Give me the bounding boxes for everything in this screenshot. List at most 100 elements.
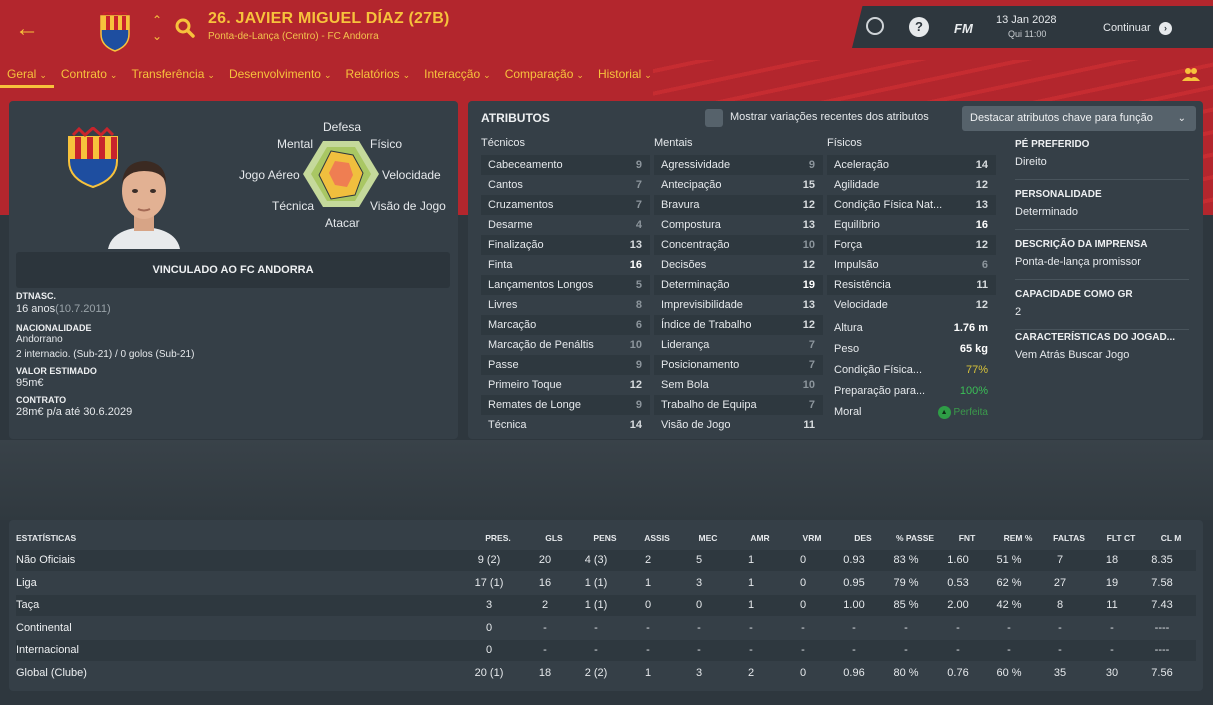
stats-row[interactable]: Internacional 0- - - - - - - - - - - - ---- [16, 640, 1196, 662]
technical-attribute-row[interactable]: Técnica 14 [481, 415, 650, 435]
stats-cell: 1.00 [843, 599, 865, 612]
player-position-club[interactable]: Ponta-de-Lança (Centro) - FC Andorra [208, 31, 379, 42]
stats-row[interactable]: Taça 3 2 1 (1) 0 0 1 0 1.00 85 % 2.00 42 % 8 11 7.43 [16, 595, 1196, 617]
player-profile-panel: Defesa Mental Físico Jogo Aéreo Velocida… [9, 101, 458, 439]
technical-attribute-row[interactable]: Passe 9 [481, 355, 650, 375]
physical-attribute-row[interactable]: Agilidade 12 [827, 175, 996, 195]
side-info-label: PÉ PREFERIDO [1015, 139, 1090, 150]
nationality-value[interactable]: Andorrano [16, 334, 63, 345]
chevron-down-icon: ⌄ [323, 70, 332, 80]
attribute-value: 9 [635, 359, 642, 371]
mental-attribute-row[interactable]: Compostura 13 [654, 215, 823, 235]
physical-attribute-row[interactable]: Velocidade 12 [827, 295, 996, 315]
stats-column-header[interactable]: % PASSE [885, 533, 945, 543]
technical-attribute-row[interactable]: Livres 8 [481, 295, 650, 315]
physical-attribute-row[interactable]: Resistência 11 [827, 275, 996, 295]
attribute-name: Concentração [661, 239, 730, 251]
weight-row: Peso 65 kg [834, 343, 988, 355]
stats-cell: 1 (1) [584, 599, 608, 612]
people-icon[interactable] [1182, 66, 1200, 82]
highlight-role-dropdown[interactable]: Destacar atributos chave para função ⌄ [962, 106, 1196, 131]
technical-attribute-row[interactable]: Cantos 7 [481, 175, 650, 195]
technical-attribute-row[interactable]: Finta 16 [481, 255, 650, 275]
mental-attribute-row[interactable]: Antecipação 15 [654, 175, 823, 195]
attribute-name: Cantos [488, 179, 523, 191]
recent-changes-label[interactable]: Mostrar variações recentes dos atributos [730, 111, 929, 123]
attribute-value: 7 [635, 199, 642, 211]
stats-cell: 7.43 [1151, 599, 1173, 612]
mental-attribute-row[interactable]: Determinação 19 [654, 275, 823, 295]
next-player-icon[interactable]: ⌄ [152, 30, 162, 42]
stats-row[interactable]: Liga 17 (1) 16 1 (1) 1 3 1 0 0.95 79 % 0.53 62 % 27 1… [16, 573, 1196, 594]
continue-button[interactable]: Continuar [1103, 22, 1151, 34]
radar-label-vision: Visão de Jogo [370, 199, 446, 213]
stats-cell: 0 [485, 644, 493, 657]
physical-attribute-row[interactable]: Equilíbrio 16 [827, 215, 996, 235]
tab-transferencia[interactable]: Transferência ⌄ [124, 66, 221, 88]
mental-attribute-row[interactable]: Bravura 12 [654, 195, 823, 215]
mental-attribute-row[interactable]: Sem Bola 10 [654, 375, 823, 395]
mental-attribute-row[interactable]: Índice de Trabalho 12 [654, 315, 823, 335]
stats-column-header[interactable]: FALTAS [1039, 533, 1099, 543]
stats-row[interactable]: Não Oficiais 9 (2) 20 4 (3) 2 5 1 0 0.93 83 % 1.60… [16, 550, 1196, 571]
technical-attribute-row[interactable]: Marcação 6 [481, 315, 650, 335]
mental-attribute-row[interactable]: Liderança 7 [654, 335, 823, 355]
physical-attribute-row[interactable]: Força 12 [827, 235, 996, 255]
tab-comparacao[interactable]: Comparação ⌄ [498, 66, 591, 88]
tab-contrato[interactable]: Contrato ⌄ [54, 66, 125, 88]
stats-column-header[interactable]: AMR [730, 533, 790, 543]
technical-attribute-row[interactable]: Cruzamentos 7 [481, 195, 650, 215]
technical-attribute-row[interactable]: Lançamentos Longos 5 [481, 275, 650, 295]
tab-desenvolvimento[interactable]: Desenvolvimento ⌄ [222, 66, 339, 88]
side-info-value: Vem Atrás Buscar Jogo [1015, 349, 1130, 361]
stats-column-header[interactable]: PRES. [468, 533, 528, 543]
mental-attribute-row[interactable]: Imprevisibilidade 13 [654, 295, 823, 315]
tab-relatorios[interactable]: Relatórios ⌄ [339, 66, 418, 88]
continue-arrow-icon[interactable]: › [1159, 22, 1172, 35]
tab-geral[interactable]: Geral ⌄ [0, 66, 54, 88]
technical-attribute-row[interactable]: Marcação de Penáltis 10 [481, 335, 650, 355]
mental-attribute-row[interactable]: Decisões 12 [654, 255, 823, 275]
dob-value: 16 anos(10.7.2011) [16, 303, 111, 315]
stats-cell: - [594, 621, 598, 634]
physical-attribute-row[interactable]: Condição Física Nat... 13 [827, 195, 996, 215]
stats-column-header[interactable]: CL M [1141, 533, 1201, 543]
attribute-name: Desarme [488, 219, 533, 231]
physical-attribute-row[interactable]: Aceleração 14 [827, 155, 996, 175]
stats-cell: 85 % [893, 599, 919, 612]
technical-attribute-row[interactable]: Primeiro Toque 12 [481, 375, 650, 395]
previous-player-icon[interactable]: ⌃ [152, 14, 162, 26]
help-icon[interactable]: ? [909, 17, 929, 37]
search-icon[interactable] [174, 17, 196, 39]
stats-cell: - [594, 644, 598, 657]
back-arrow-icon[interactable]: ← [14, 16, 40, 42]
mental-attribute-row[interactable]: Concentração 10 [654, 235, 823, 255]
tab-historial[interactable]: Historial ⌄ [591, 66, 659, 88]
physical-attribute-row[interactable]: Impulsão 6 [827, 255, 996, 275]
attribute-name: Marcação [488, 319, 537, 331]
fm-menu-icon[interactable]: FM [954, 21, 973, 36]
mental-attribute-row[interactable]: Agressividade 9 [654, 155, 823, 175]
technical-attribute-row[interactable]: Finalização 13 [481, 235, 650, 255]
world-icon[interactable] [866, 17, 884, 35]
attribute-value: 19 [802, 279, 815, 291]
recent-changes-checkbox[interactable] [705, 109, 723, 127]
radar-label-speed: Velocidade [382, 168, 441, 182]
stats-row[interactable]: Continental 0- - - - - - - - - - - - ---- [16, 618, 1196, 639]
stats-row[interactable]: Global (Clube) 20 (1) 18 2 (2) 1 3 2 0 0.96 80 % 0… [16, 663, 1196, 684]
technical-attribute-row[interactable]: Remates de Longe 9 [481, 395, 650, 415]
mental-attribute-row[interactable]: Visão de Jogo 11 [654, 415, 823, 435]
attribute-value: 12 [975, 239, 988, 251]
mental-attribute-row[interactable]: Posicionamento 7 [654, 355, 823, 375]
attribute-value: 4 [635, 219, 642, 231]
tab-interaccao[interactable]: Interacção ⌄ [417, 66, 498, 88]
stats-column-header[interactable]: DES [833, 533, 893, 543]
attribute-value: 15 [802, 179, 815, 191]
stats-column-header[interactable]: PENS [575, 533, 635, 543]
technical-attribute-row[interactable]: Cabeceamento 9 [481, 155, 650, 175]
technical-attribute-row[interactable]: Desarme 4 [481, 215, 650, 235]
stats-column-header[interactable]: MEC [678, 533, 738, 543]
attribute-name: Compostura [661, 219, 721, 231]
mental-attribute-row[interactable]: Trabalho de Equipa 7 [654, 395, 823, 415]
contract-value: 28m€ p/a até 30.6.2029 [16, 406, 133, 418]
